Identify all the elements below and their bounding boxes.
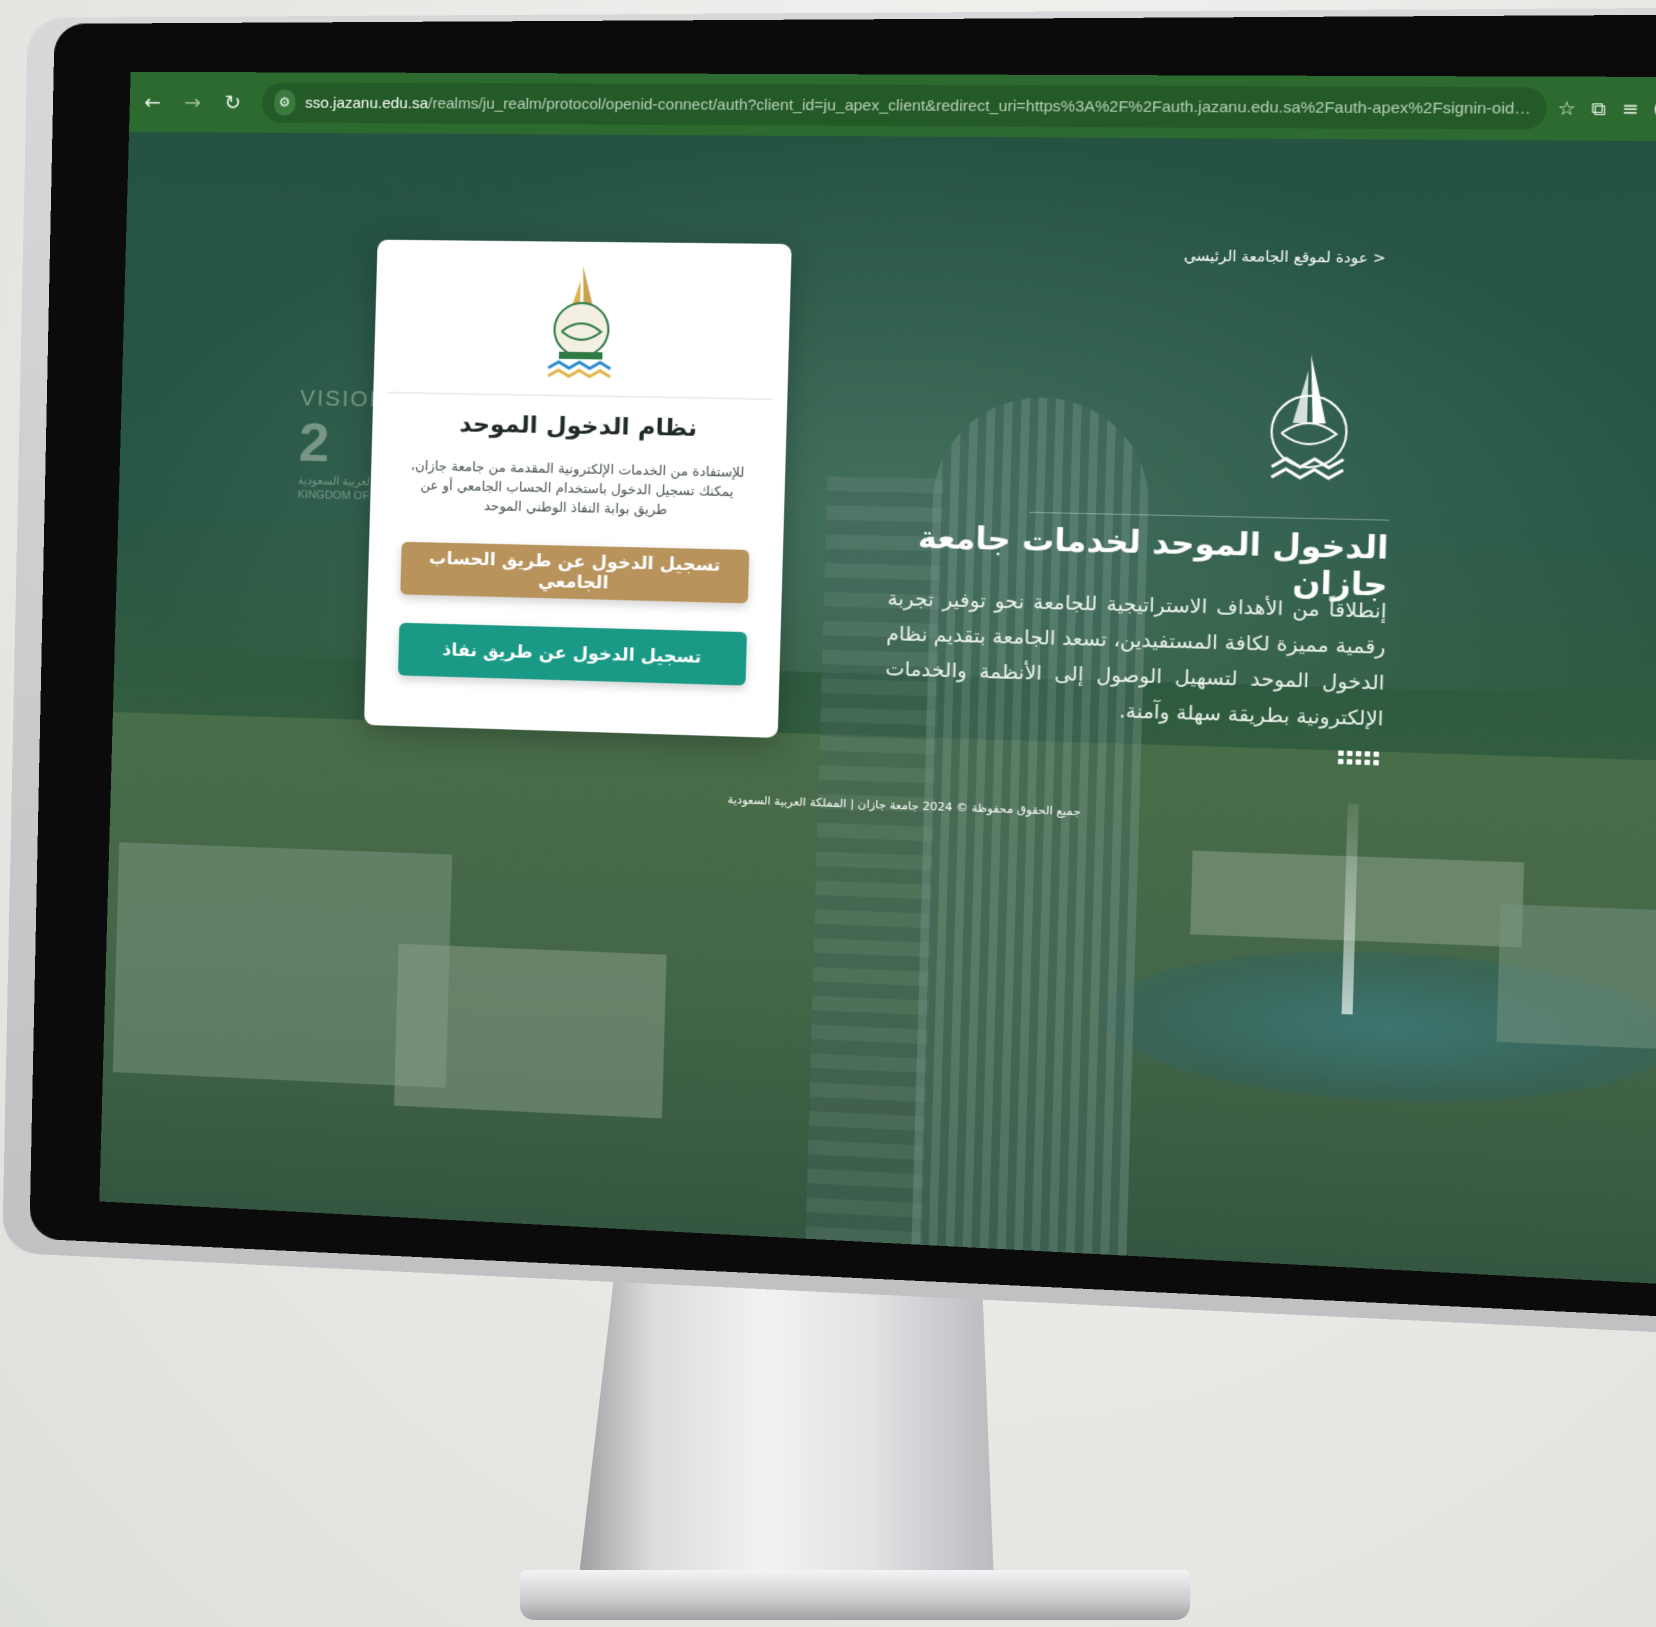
university-logo-icon [535,266,627,386]
monitor-screen: ← → ↻ ⚙ sso.jazanu.edu.sa /realms/ju_rea… [99,71,1656,1286]
card-divider [387,391,773,401]
url-domain: sso.jazanu.edu.sa [304,94,429,112]
site-settings-icon[interactable]: ⚙ [273,89,296,116]
university-logo-icon [1247,354,1372,488]
login-nafath-button[interactable]: تسجيل الدخول عن طريق نفاذ [397,622,748,686]
back-to-main-site-link[interactable]: < عودة لموقع الجامعة الرئيسي [1184,248,1386,267]
forward-arrow-icon[interactable]: → [175,85,210,119]
url-path: /realms/ju_realm/protocol/openid-connect… [427,94,1534,118]
card-title: نظام الدخول الموحد [459,411,698,443]
login-card: نظام الدخول الموحد للإستفادة من الخدمات … [363,239,792,738]
campus-building [394,943,667,1119]
bookmark-star-icon[interactable]: ☆ [1557,97,1576,119]
browser-toolbar: ← → ↻ ⚙ sso.jazanu.edu.sa /realms/ju_rea… [129,71,1656,142]
address-bar[interactable]: ⚙ sso.jazanu.edu.sa /realms/ju_realm/pro… [261,82,1547,130]
login-university-account-button[interactable]: تسجيل الدخول عن طريق الحساب الجامعي [400,541,750,604]
hero-description: إنطلاقاً من الأهداف الاستراتيجية للجامعة… [885,587,1387,731]
slider-dots-icon [1337,750,1380,766]
monitor-stand-base [520,1570,1190,1620]
browser-actions: ☆ ⧉ ≡ ⋮ [1546,97,1656,121]
extensions-icon[interactable]: ⧉ [1591,97,1606,119]
campus-building [1496,904,1656,1052]
reading-list-icon[interactable]: ≡ [1621,98,1639,120]
back-arrow-icon[interactable]: ← [135,85,170,119]
reload-icon[interactable]: ↻ [215,85,250,119]
scene: ← → ↻ ⚙ sso.jazanu.edu.sa /realms/ju_rea… [0,0,1656,1627]
card-description: للإستفادة من الخدمات الإلكترونية المقدمة… [410,458,745,519]
campus-building [1190,850,1525,948]
